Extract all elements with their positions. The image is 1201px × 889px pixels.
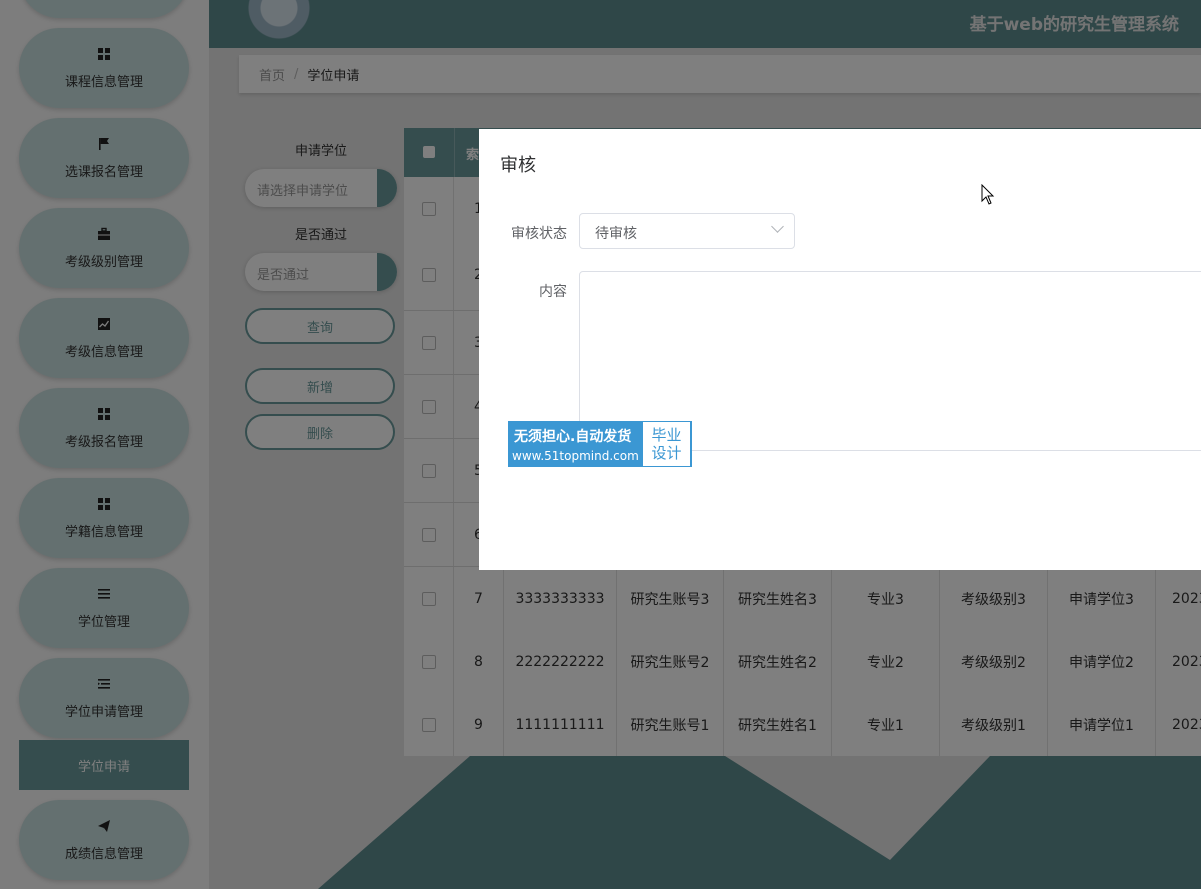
- watermark-text-block: 无须担心.自动发货 www.51topmind.com: [508, 421, 642, 467]
- watermark-tag: 毕业 设计: [643, 422, 690, 466]
- watermark-tag-line2: 设计: [651, 444, 682, 462]
- watermark-slogan: 无须担心.自动发货: [514, 429, 632, 445]
- chevron-down-icon: [771, 220, 784, 233]
- content-label: 内容: [539, 284, 567, 300]
- review-status-value: 待审核: [595, 226, 637, 242]
- watermark-badge: 无须担心.自动发货 www.51topmind.com 毕业 设计: [508, 421, 692, 467]
- watermark-tag-line1: 毕业: [651, 426, 682, 444]
- status-label: 审核状态: [511, 226, 567, 242]
- watermark-url: www.51topmind.com: [512, 449, 639, 463]
- dialog-title: 审核: [500, 155, 536, 176]
- mouse-cursor-icon: [981, 184, 995, 205]
- review-status-select[interactable]: 待审核: [579, 213, 795, 249]
- review-dialog: 审核 审核状态 待审核 内容: [479, 129, 1201, 570]
